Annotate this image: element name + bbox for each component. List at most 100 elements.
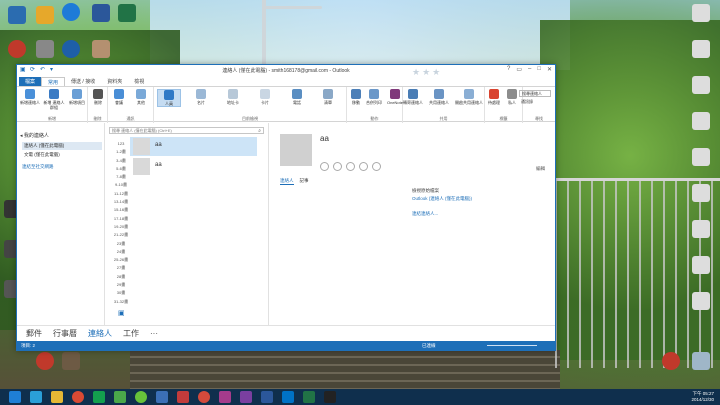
nav-tasks[interactable]: 工作 <box>123 328 139 339</box>
index-letter[interactable]: 17-18畫 <box>111 215 131 223</box>
search-icon[interactable]: ⌕ <box>258 128 261 134</box>
tab-send-receive[interactable]: 傳送 / 接收 <box>65 77 101 86</box>
tab-contact[interactable]: 連絡人 <box>280 178 294 185</box>
close-icon[interactable]: ✕ <box>547 66 552 73</box>
edit-link[interactable]: 編輯 <box>536 166 545 172</box>
nav-calendar[interactable]: 行事曆 <box>53 328 77 339</box>
index-letter[interactable]: 7-8畫 <box>111 173 131 181</box>
app-taskbar-icon-5[interactable] <box>114 391 126 403</box>
ie-taskbar-icon[interactable] <box>30 391 42 403</box>
zoom-slider[interactable] <box>487 345 537 346</box>
meeting-icon-small[interactable] <box>372 162 381 171</box>
index-letter[interactable]: 23畫 <box>111 240 131 248</box>
view-card-button[interactable]: 卡片 <box>253 89 277 105</box>
contact-list-footer-icon[interactable]: ▣ <box>118 309 125 317</box>
desktop-icon-bottom-1[interactable] <box>36 352 54 370</box>
source-link[interactable]: Outlook (連絡人 (僅在此電腦)) <box>412 196 472 202</box>
im-icon[interactable] <box>320 162 329 171</box>
index-letter[interactable]: 24畫 <box>111 248 131 256</box>
index-letter[interactable]: 28畫 <box>111 273 131 281</box>
nav-more[interactable]: ··· <box>150 329 158 338</box>
nav-mail[interactable]: 郵件 <box>26 328 42 339</box>
index-letter[interactable]: 3-4畫 <box>111 157 131 165</box>
tab-view[interactable]: 檢視 <box>128 77 150 86</box>
excel-taskbar-icon[interactable] <box>303 391 315 403</box>
link-contacts-link[interactable]: 連結連絡人... <box>412 211 438 217</box>
index-letter[interactable]: 9-10畫 <box>111 181 131 189</box>
index-letter[interactable]: 15-16畫 <box>111 206 131 214</box>
my-contacts-header[interactable]: ◂ 我的連絡人 <box>20 132 49 139</box>
view-address-card-button[interactable]: 地址卡 <box>221 89 245 105</box>
desktop-icon-9[interactable] <box>92 40 110 58</box>
desktop-icon-7[interactable] <box>36 40 54 58</box>
open-shared-contacts-button[interactable]: 開啟共用連絡人 <box>454 89 484 105</box>
new-contact-button[interactable]: 新增連絡人 <box>18 89 42 105</box>
index-letter[interactable]: 1-2畫 <box>111 148 131 156</box>
index-letter[interactable]: 13-14畫 <box>111 198 131 206</box>
word-desktop-icon[interactable] <box>92 4 110 22</box>
minimize-icon[interactable]: – <box>528 66 531 73</box>
nav-people[interactable]: 連絡人 <box>88 328 112 339</box>
video-icon[interactable] <box>346 162 355 171</box>
outlook-taskbar-icon[interactable] <box>282 391 294 403</box>
desktop-icon-3[interactable] <box>62 3 80 21</box>
share-contacts-button[interactable]: 共用連絡人 <box>427 89 451 105</box>
folder-contacts[interactable]: 連絡人 (僅在此電腦) <box>22 142 102 150</box>
search-people-input[interactable]: 搜尋連絡人 <box>519 90 551 97</box>
system-clock[interactable]: 下午 05:27 2014/12/30 <box>691 391 714 403</box>
desktop-icon-right-1[interactable] <box>692 4 710 22</box>
recycle-bin-icon[interactable] <box>692 352 710 370</box>
power-icon[interactable] <box>662 352 680 370</box>
excel-desktop-icon[interactable] <box>118 4 136 22</box>
index-letter[interactable]: 31-32畫 <box>111 298 131 306</box>
store-taskbar-icon[interactable] <box>93 391 105 403</box>
index-letter[interactable]: 11-12畫 <box>111 190 131 198</box>
index-letter[interactable]: 123 <box>111 140 131 148</box>
desktop-icon-right-9[interactable] <box>692 292 710 310</box>
app-taskbar-icon-6[interactable] <box>135 391 147 403</box>
desktop-icon-1[interactable] <box>8 6 26 24</box>
maximize-icon[interactable]: □ <box>537 66 541 73</box>
index-letter[interactable]: 29畫 <box>111 281 131 289</box>
word-taskbar-icon[interactable] <box>261 391 273 403</box>
tab-notes[interactable]: 記事 <box>300 178 309 185</box>
app-taskbar-icon-7[interactable] <box>156 391 168 403</box>
help-icon[interactable]: ? <box>507 66 510 73</box>
view-business-card-button[interactable]: 名片 <box>189 89 213 105</box>
connect-social-link[interactable]: 連結至社交網路 <box>22 164 54 170</box>
onenote-taskbar-icon[interactable] <box>240 391 252 403</box>
desktop-icon-right-4[interactable] <box>692 112 710 130</box>
forward-contact-button[interactable]: 轉寄連絡人 <box>401 89 425 105</box>
tab-home[interactable]: 常用 <box>41 77 66 86</box>
address-book-button[interactable]: 通訊錄 <box>519 99 551 106</box>
index-letter[interactable]: 19-20畫 <box>111 223 131 231</box>
desktop-icon-right-8[interactable] <box>692 256 710 274</box>
google-plus-taskbar-icon[interactable] <box>198 391 210 403</box>
desktop-icon-6[interactable] <box>8 40 26 58</box>
email-icon[interactable] <box>359 162 368 171</box>
desktop-icon-right-5[interactable] <box>692 148 710 166</box>
index-letter[interactable]: 30畫 <box>111 289 131 297</box>
view-people-button[interactable]: 人員 <box>157 89 181 107</box>
desktop-icon-8[interactable] <box>62 40 80 58</box>
ribbon-options-icon[interactable]: ▭ <box>516 66 522 73</box>
desktop-icon-right-2[interactable] <box>692 40 710 58</box>
index-letter[interactable]: 21-22畫 <box>111 231 131 239</box>
meeting-button[interactable]: 會議 <box>107 89 131 105</box>
index-letter[interactable]: 27畫 <box>111 264 131 272</box>
index-letter[interactable]: 25-26畫 <box>111 256 131 264</box>
call-icon[interactable] <box>333 162 342 171</box>
more-button[interactable]: 其他 <box>129 89 153 105</box>
explorer-taskbar-icon[interactable] <box>51 391 63 403</box>
desktop-icon-2[interactable] <box>36 6 54 24</box>
view-phone-button[interactable]: 電話 <box>285 89 309 105</box>
tab-folder[interactable]: 資料夾 <box>101 77 128 86</box>
desktop-icon-right-7[interactable] <box>692 220 710 238</box>
app-taskbar-icon-8[interactable] <box>177 391 189 403</box>
app-taskbar-icon-15[interactable] <box>324 391 336 403</box>
contact-card[interactable]: aa <box>130 157 257 176</box>
contact-search-input[interactable]: 搜尋 連絡人 (僅在此電腦) (Ctrl+E) ⌕ <box>109 127 264 134</box>
view-list-button[interactable]: 清單 <box>316 89 340 105</box>
app-taskbar-icon-10[interactable] <box>219 391 231 403</box>
desktop-icon-right-6[interactable] <box>692 184 710 202</box>
